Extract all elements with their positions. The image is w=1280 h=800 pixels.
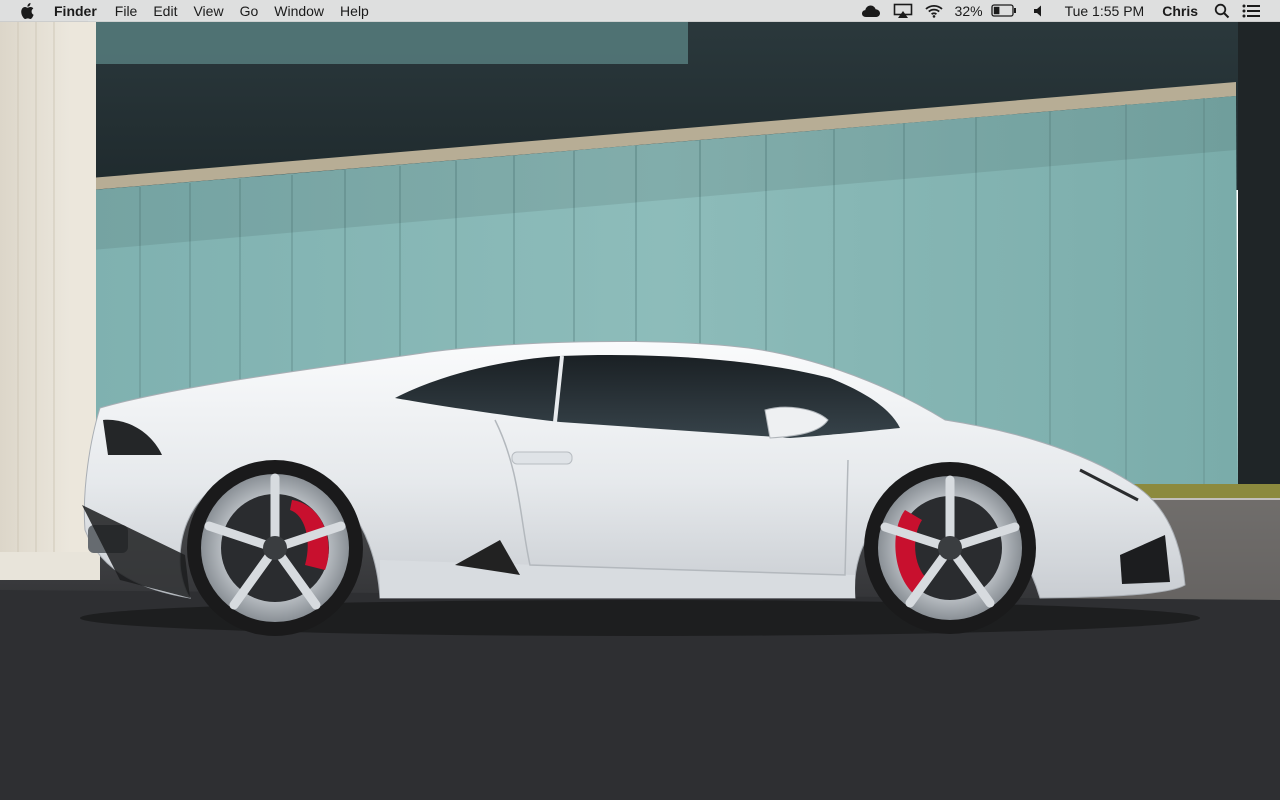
user-menu[interactable]: Chris xyxy=(1154,0,1208,22)
menu-help[interactable]: Help xyxy=(332,0,377,22)
cloud-icon[interactable] xyxy=(855,0,887,22)
menu-bar-left: Finder File Edit View Go Window Help xyxy=(0,0,377,22)
volume-icon[interactable] xyxy=(1023,0,1053,22)
menu-bar: Finder File Edit View Go Window Help 32%… xyxy=(0,0,1280,22)
apple-logo-icon[interactable] xyxy=(18,0,36,22)
front-wheel xyxy=(864,462,1036,634)
menu-go[interactable]: Go xyxy=(232,0,267,22)
notification-center-icon[interactable] xyxy=(1236,0,1260,22)
battery-icon[interactable] xyxy=(989,0,1023,22)
menu-view[interactable]: View xyxy=(185,0,231,22)
desktop-wallpaper xyxy=(0,0,1280,800)
app-menu-finder[interactable]: Finder xyxy=(54,0,105,22)
wifi-icon[interactable] xyxy=(919,0,949,22)
spotlight-search-icon[interactable] xyxy=(1208,0,1236,22)
menu-bar-clock[interactable]: Tue 1:55 PM xyxy=(1053,0,1155,22)
airplay-icon[interactable] xyxy=(887,0,919,22)
menu-file[interactable]: File xyxy=(107,0,146,22)
menu-edit[interactable]: Edit xyxy=(145,0,185,22)
menu-window[interactable]: Window xyxy=(266,0,332,22)
menu-bar-status-area: 32% Tue 1:55 PM Chris xyxy=(855,0,1280,22)
rear-wheel xyxy=(187,460,363,636)
battery-percent[interactable]: 32% xyxy=(949,0,989,22)
desktop: Finder File Edit View Go Window Help 32%… xyxy=(0,0,1280,800)
